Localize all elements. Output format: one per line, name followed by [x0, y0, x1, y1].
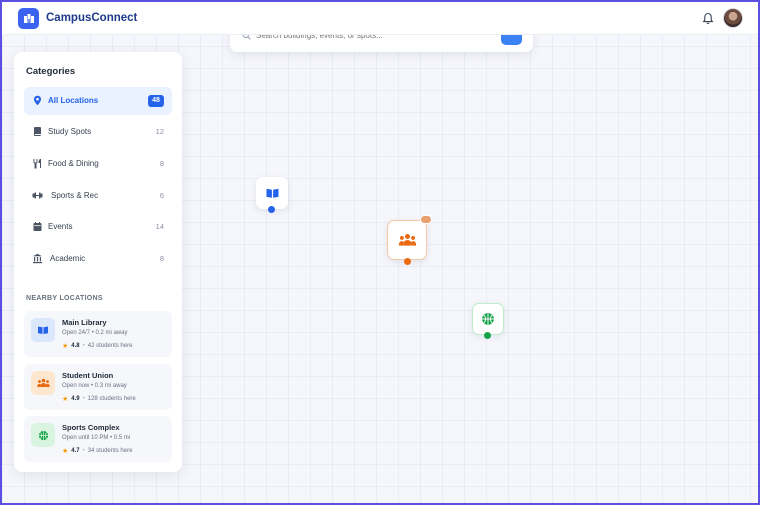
separator-dot: •	[82, 343, 85, 349]
library-marker-dot	[268, 206, 275, 213]
category-academic[interactable]: Academic 8	[24, 245, 172, 273]
book-open-icon	[31, 318, 55, 342]
separator-dot: •	[82, 448, 85, 454]
category-count: 14	[155, 222, 164, 231]
sidebar: Categories All Locations 48 Study Spots …	[14, 52, 182, 472]
basketball-icon	[482, 313, 494, 325]
location-status: Open 24/7 • 0.2 mi away	[62, 330, 128, 336]
star-icon: ★	[62, 448, 69, 455]
utensils-icon	[33, 159, 41, 169]
category-study-spots[interactable]: Study Spots 12	[24, 118, 172, 146]
top-bar: CampusConnect	[2, 2, 758, 35]
category-label: Sports & Rec	[51, 191, 99, 200]
category-label: Food & Dining	[48, 159, 99, 168]
location-rating: 4.7	[71, 448, 80, 454]
users-icon	[398, 233, 416, 246]
category-sports-rec[interactable]: Sports & Rec 6	[24, 182, 172, 210]
sports-complex-marker[interactable]	[472, 303, 504, 335]
basketball-icon	[31, 423, 55, 447]
category-label: Events	[48, 222, 73, 231]
location-meta: ★ 4.9 • 128 students here	[62, 395, 136, 403]
location-name: Student Union	[62, 371, 114, 380]
nearby-card-main-library[interactable]: Main Library Open 24/7 • 0.2 mi away ★ 4…	[24, 311, 172, 357]
nearby-locations-title: NEARBY LOCATIONS	[26, 295, 103, 302]
app-title[interactable]: CampusConnect	[46, 12, 137, 24]
location-meta: ★ 4.8 • 42 students here	[62, 342, 132, 350]
category-label: Study Spots	[48, 127, 92, 136]
location-students: 128 students here	[87, 396, 136, 402]
category-count: 6	[159, 191, 164, 200]
book-open-icon	[266, 188, 278, 198]
categories-title: Categories	[26, 66, 76, 77]
logo-icon[interactable]	[18, 8, 39, 29]
location-rating: 4.9	[71, 396, 80, 402]
category-count: 8	[159, 159, 164, 168]
book-icon	[34, 127, 41, 136]
student-union-marker-badge	[420, 215, 432, 224]
student-union-marker-dot	[404, 258, 411, 265]
sports-complex-marker-dot	[484, 332, 491, 339]
category-all-locations[interactable]: All Locations 48	[24, 87, 172, 115]
separator-dot: •	[82, 396, 85, 402]
category-events[interactable]: Events 14	[24, 213, 172, 241]
location-meta: ★ 4.7 • 34 students here	[62, 447, 132, 455]
user-avatar[interactable]	[723, 8, 743, 28]
location-rating: 4.8	[71, 343, 80, 349]
category-food-dining[interactable]: Food & Dining 8	[24, 150, 172, 178]
category-count: 12	[155, 127, 164, 136]
app-frame: CampusConnect Categories All Locations 4…	[2, 2, 758, 503]
star-icon: ★	[62, 396, 69, 403]
calendar-icon	[33, 222, 42, 231]
student-union-marker[interactable]	[387, 220, 427, 260]
location-students: 42 students here	[87, 343, 133, 349]
library-marker[interactable]	[256, 177, 288, 209]
nearby-card-sports-complex[interactable]: Sports Complex Open until 10 PM • 0.5 mi…	[24, 416, 172, 462]
building-columns-icon	[33, 253, 42, 264]
location-name: Sports Complex	[62, 423, 120, 432]
map-pin-icon	[34, 95, 41, 106]
category-count: 8	[159, 254, 164, 263]
location-status: Open until 10 PM • 0.5 mi	[62, 435, 131, 441]
bell-icon[interactable]	[702, 12, 714, 25]
users-icon	[31, 371, 55, 395]
nearby-card-student-union[interactable]: Student Union Open now • 0.3 mi away ★ 4…	[24, 364, 172, 410]
location-status: Open now • 0.3 mi away	[62, 383, 127, 389]
dumbbell-icon	[32, 192, 43, 199]
location-name: Main Library	[62, 318, 107, 327]
category-label: Academic	[50, 254, 86, 263]
category-count-badge: 48	[148, 95, 164, 107]
location-students: 34 students here	[87, 448, 133, 454]
star-icon: ★	[62, 343, 69, 350]
category-label: All Locations	[48, 96, 99, 105]
